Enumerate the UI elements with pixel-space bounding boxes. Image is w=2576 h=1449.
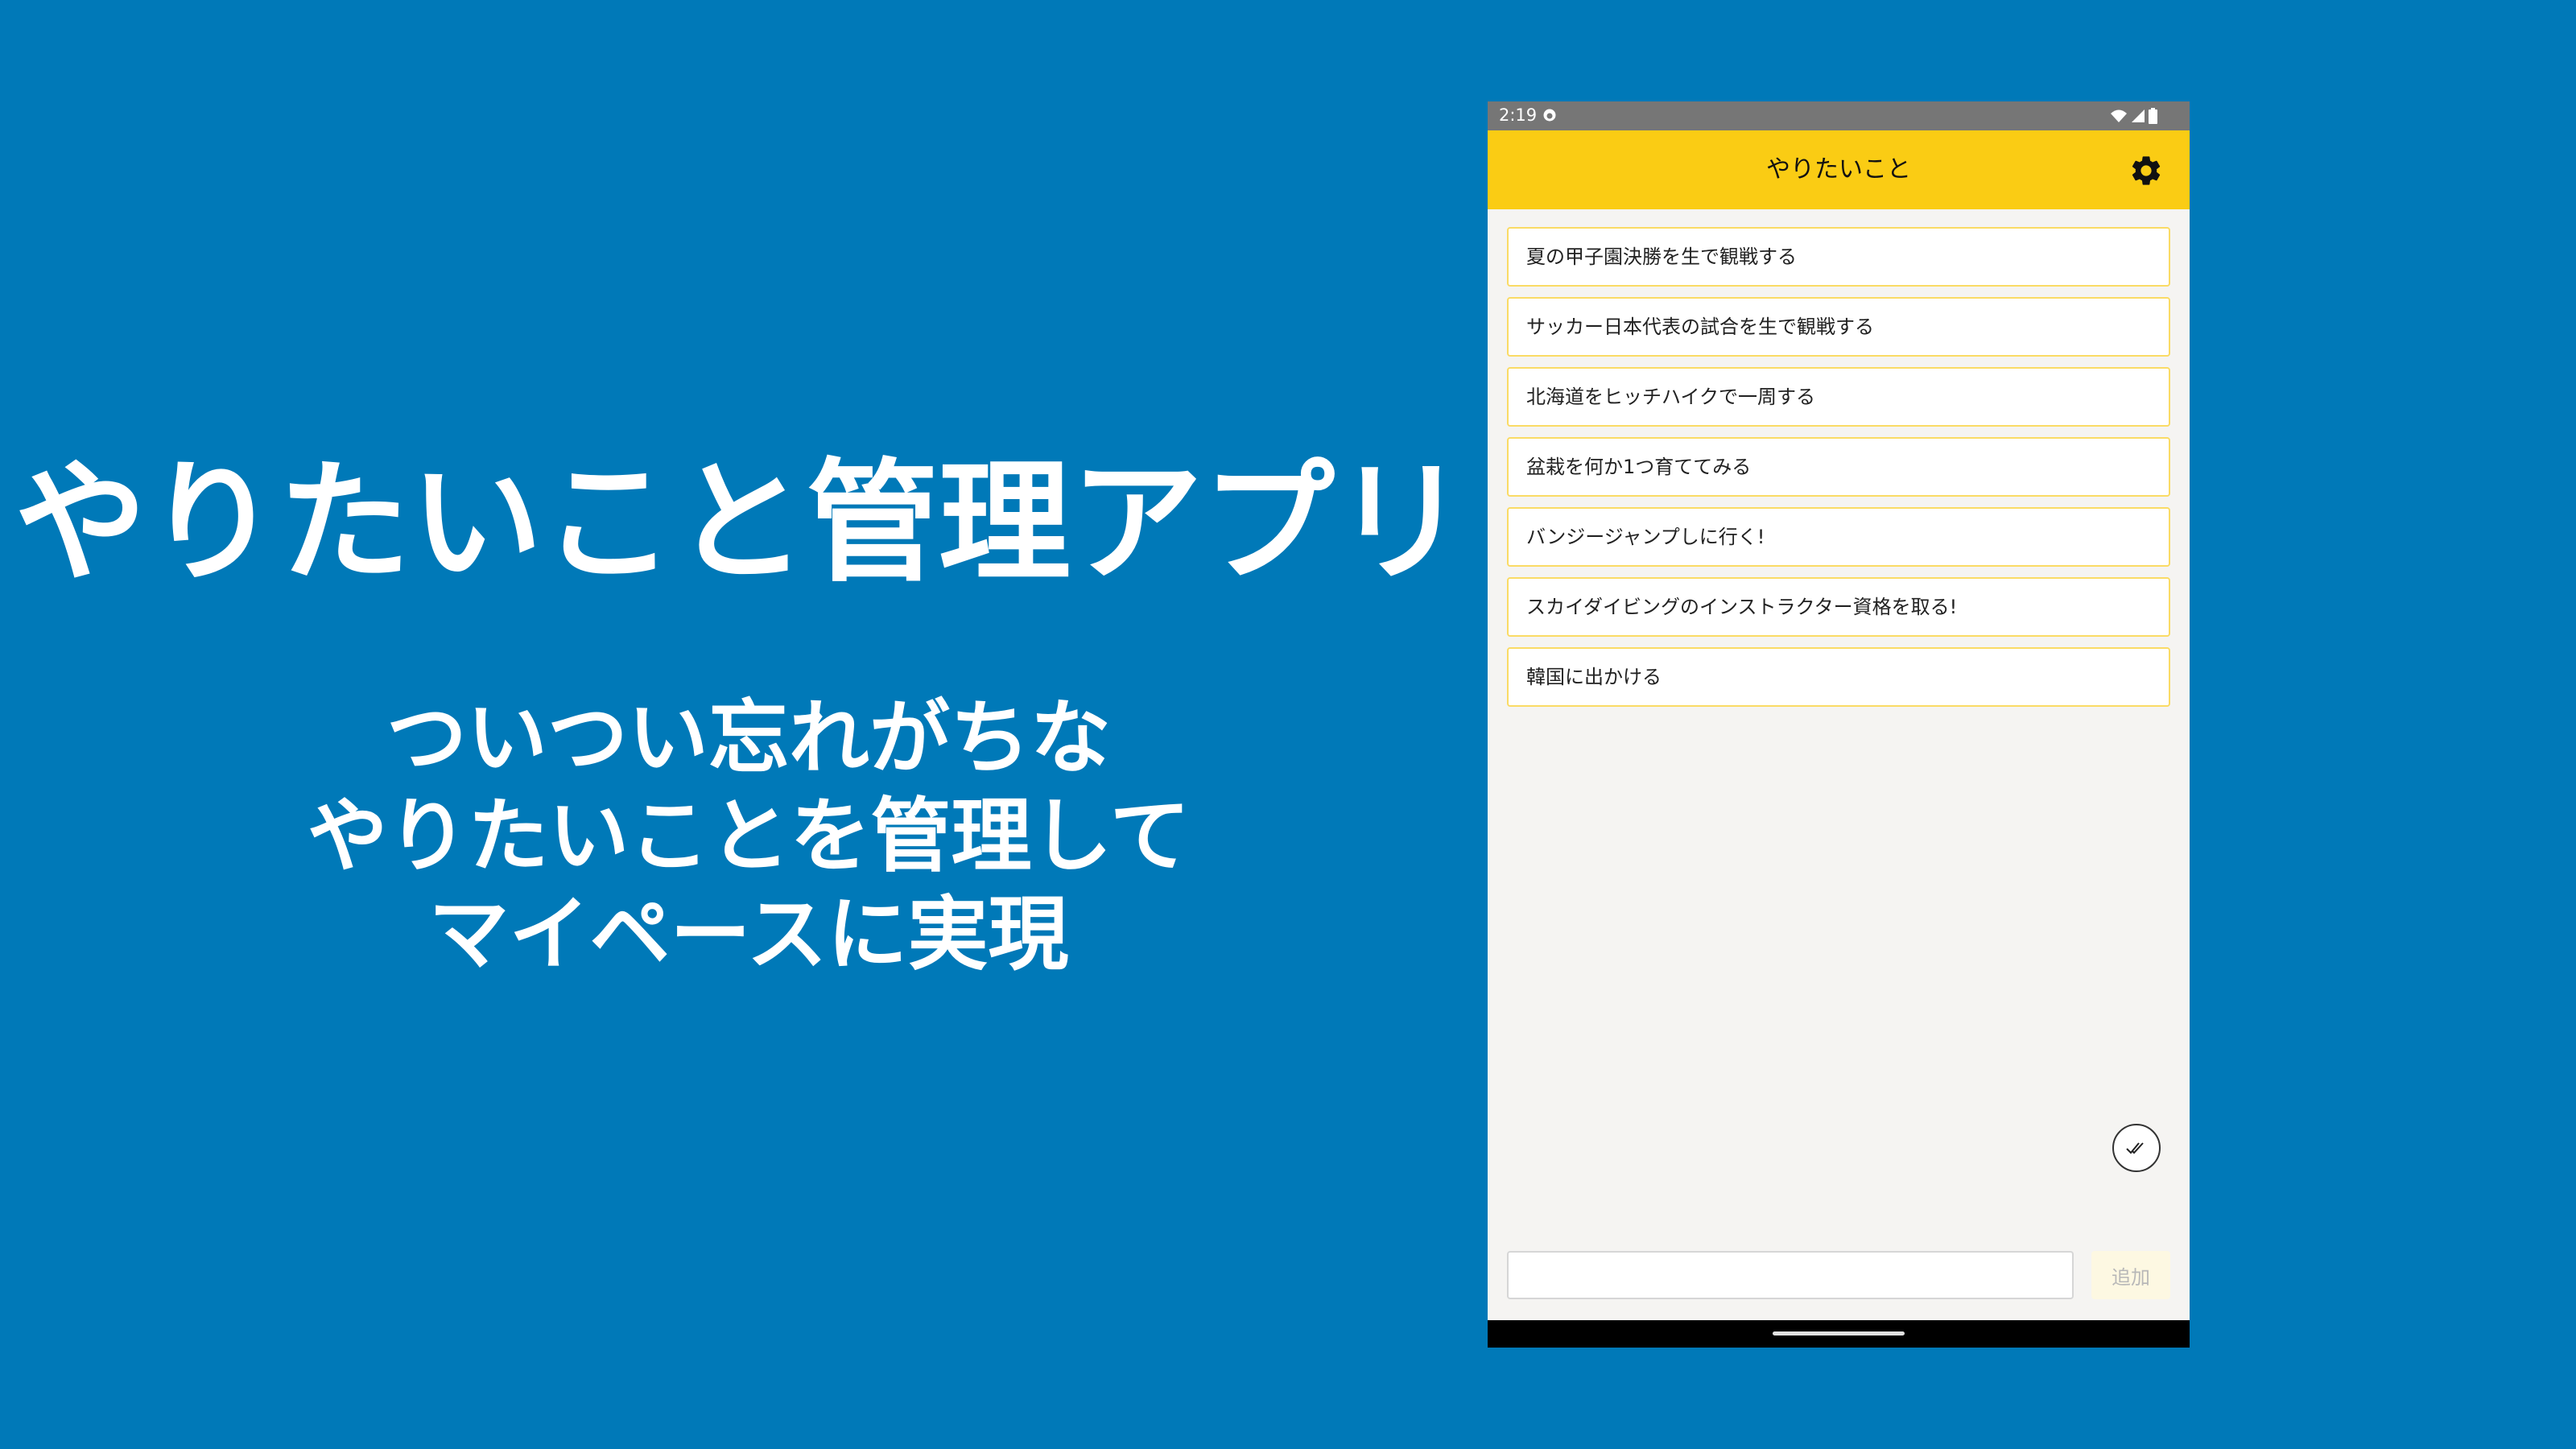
todo-item[interactable]: 夏の甲子園決勝を生で観戦する [1507, 227, 2170, 287]
todo-item[interactable]: サッカー日本代表の試合を生で観戦する [1507, 297, 2170, 357]
settings-gear-icon[interactable] [2128, 153, 2164, 188]
navigation-bar [1488, 1320, 2190, 1348]
completed-list-button[interactable] [2112, 1124, 2161, 1172]
todo-list: 夏の甲子園決勝を生で観戦する サッカー日本代表の試合を生で観戦する 北海道をヒッ… [1507, 227, 2170, 717]
status-bar: 2:19 [1488, 101, 2190, 130]
new-item-input[interactable] [1507, 1251, 2074, 1299]
input-row: 追加 [1507, 1251, 2170, 1299]
double-check-icon [2126, 1142, 2144, 1154]
device-screen: 2:19 やりたいこと 夏の甲子園決勝を生で観戦する サッカー日本代表の試合を生… [1488, 101, 2190, 1348]
promo-subtitle-line-3: マイペースに実現 [428, 887, 1069, 981]
todo-item[interactable]: 北海道をヒッチハイクで一周する [1507, 367, 2170, 427]
app-bar: やりたいこと [1488, 130, 2190, 209]
promo-title: やりたいこと管理アプリ [14, 446, 1467, 600]
add-button[interactable]: 追加 [2091, 1251, 2170, 1299]
signal-icon [2132, 109, 2145, 122]
battery-icon [2149, 108, 2157, 124]
status-time: 2:19 [1499, 105, 1538, 125]
promo-subtitle-line-2: やりたいことを管理して [307, 789, 1191, 883]
status-icons [2110, 108, 2157, 124]
todo-item[interactable]: スカイダイビングのインストラクター資格を取る! [1507, 577, 2170, 637]
home-gesture-handle[interactable] [1773, 1331, 1905, 1335]
todo-item[interactable]: バンジージャンプしに行く! [1507, 507, 2170, 567]
promo-subtitle-line-1: ついつい忘れがちな [386, 691, 1111, 785]
notification-icon [1543, 109, 1556, 122]
promo-subtitle: ついつい忘れがちな やりたいことを管理して マイペースに実現 [0, 689, 1497, 984]
app-title: やりたいこと [1766, 155, 1911, 184]
wifi-icon [2111, 109, 2127, 122]
todo-item[interactable]: 盆栽を何か1つ育ててみる [1507, 437, 2170, 497]
todo-item[interactable]: 韓国に出かける [1507, 647, 2170, 707]
